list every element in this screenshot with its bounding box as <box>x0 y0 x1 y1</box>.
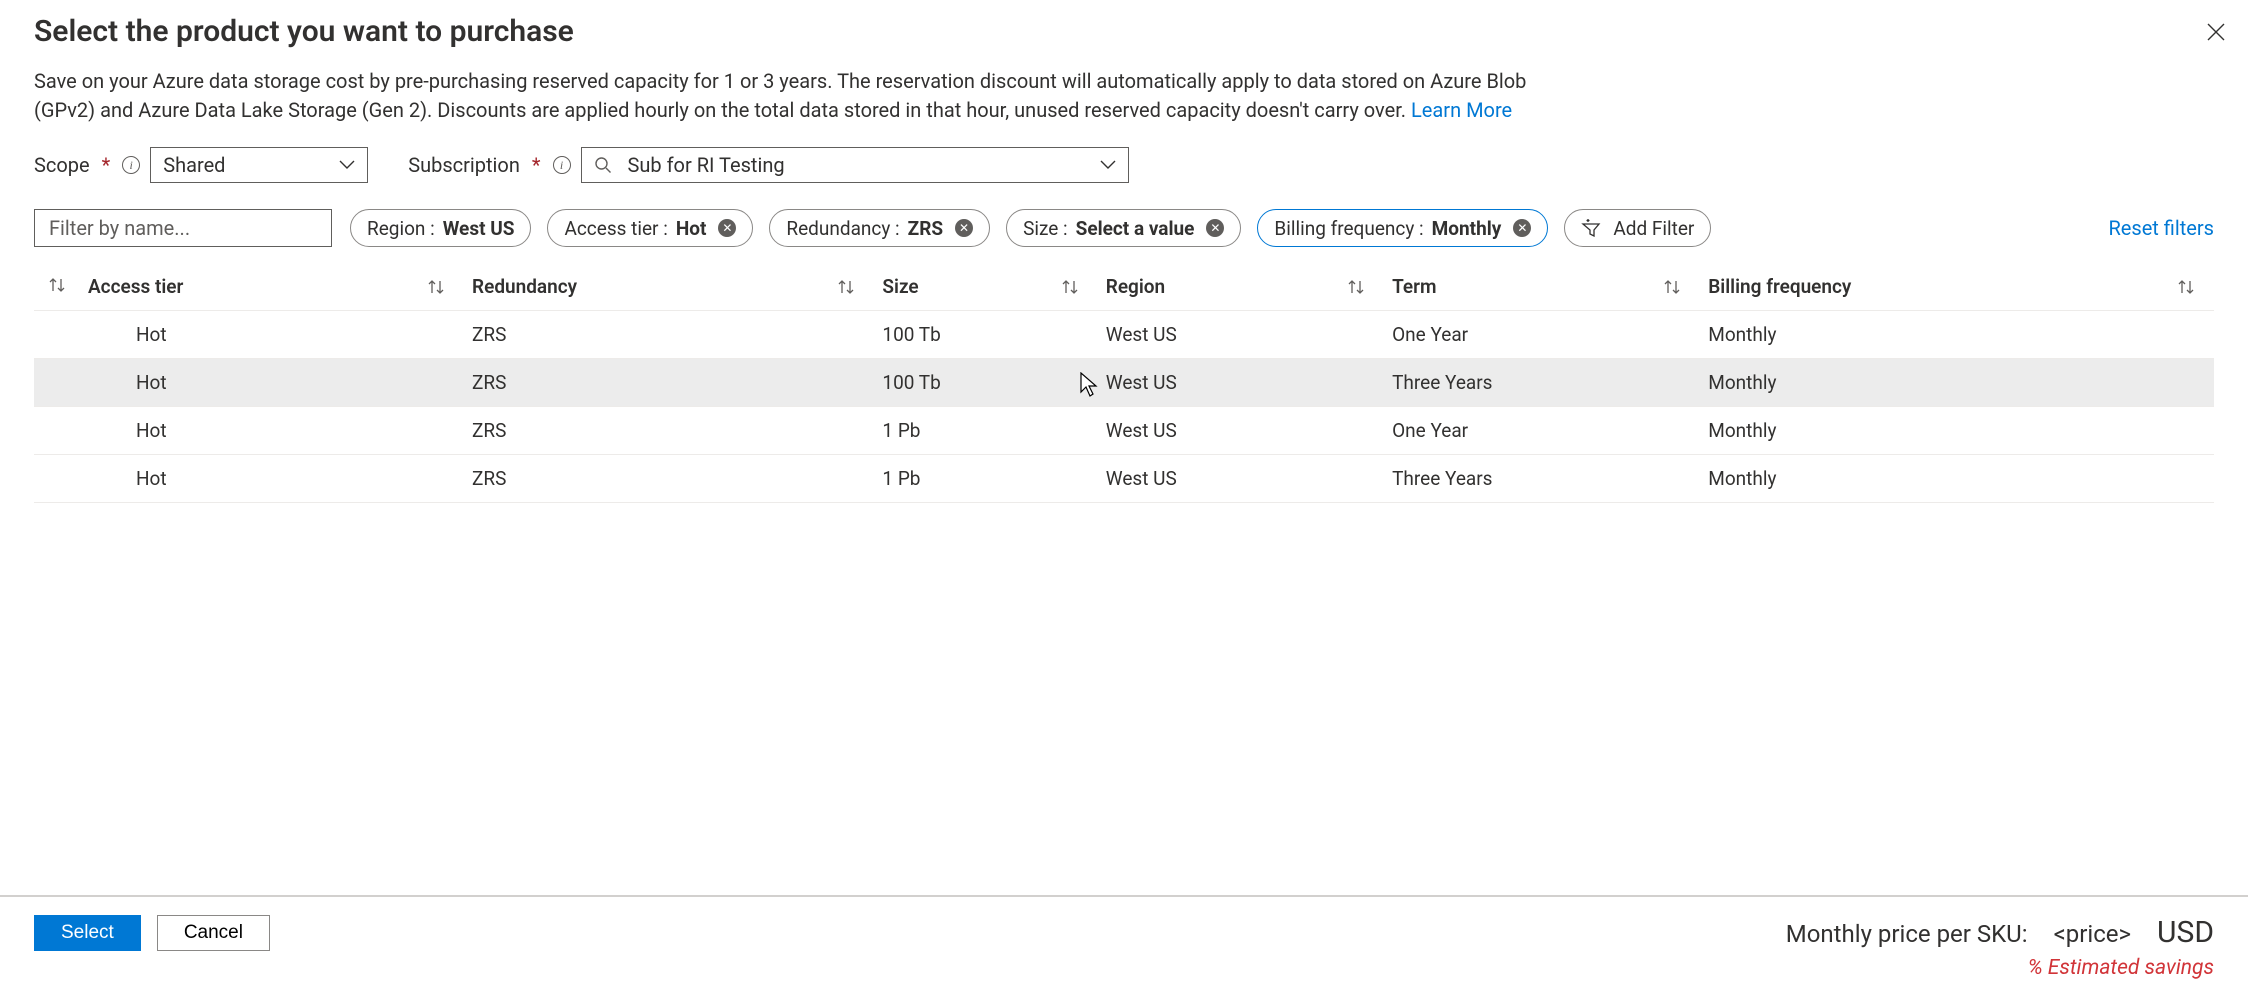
filter-label: Redundancy : <box>786 217 899 240</box>
filter-label: Access tier : <box>564 217 667 240</box>
chevron-down-icon <box>1100 160 1116 170</box>
scope-label: Scope <box>34 153 90 177</box>
scope-dropdown[interactable]: Shared <box>150 147 368 183</box>
cell-access-tier: Hot <box>80 359 464 407</box>
table-row[interactable]: HotZRS1 PbWest USOne YearMonthly <box>34 407 2214 455</box>
filter-label: Region : <box>367 217 435 240</box>
clear-filter-icon[interactable]: ✕ <box>718 219 736 237</box>
cell-access-tier: Hot <box>80 407 464 455</box>
filter-pill-access-tier[interactable]: Access tier : Hot ✕ <box>547 209 753 247</box>
cell-region: West US <box>1098 311 1384 359</box>
close-button[interactable] <box>2202 18 2230 46</box>
price-currency: USD <box>2157 915 2214 950</box>
scope-value: Shared <box>163 153 225 177</box>
sort-icon[interactable] <box>1060 279 1080 295</box>
info-icon[interactable]: i <box>553 156 571 174</box>
col-region[interactable]: Region <box>1098 265 1384 311</box>
cell-size: 100 Tb <box>874 359 1097 407</box>
cell-billing-frequency: Monthly <box>1700 407 2214 455</box>
cell-region: West US <box>1098 455 1384 503</box>
table-row[interactable]: HotZRS100 TbWest USOne YearMonthly <box>34 311 2214 359</box>
info-icon[interactable]: i <box>122 156 140 174</box>
clear-filter-icon[interactable]: ✕ <box>1206 219 1224 237</box>
filter-value: ZRS <box>908 217 943 240</box>
description-text: Save on your Azure data storage cost by … <box>34 69 1526 122</box>
cancel-button[interactable]: Cancel <box>157 915 270 951</box>
cell-access-tier: Hot <box>80 455 464 503</box>
table-row[interactable]: HotZRS100 TbWest USThree YearsMonthly <box>34 359 2214 407</box>
cell-region: West US <box>1098 359 1384 407</box>
col-access-tier[interactable]: Access tier <box>80 265 464 311</box>
required-marker: * <box>102 153 111 177</box>
learn-more-link[interactable]: Learn More <box>1411 98 1512 122</box>
col-billing-frequency[interactable]: Billing frequency <box>1700 265 2214 311</box>
subscription-label: Subscription <box>408 153 520 177</box>
sort-icon[interactable] <box>1662 279 1682 295</box>
col-label: Redundancy <box>472 275 577 298</box>
col-size[interactable]: Size <box>874 265 1097 311</box>
cell-redundancy: ZRS <box>464 359 874 407</box>
filter-placeholder: Filter by name... <box>49 216 190 240</box>
select-button[interactable]: Select <box>34 915 141 951</box>
filter-label: Size : <box>1023 217 1068 240</box>
cell-billing-frequency: Monthly <box>1700 455 2214 503</box>
sort-icon[interactable] <box>426 279 446 295</box>
col-term[interactable]: Term <box>1384 265 1700 311</box>
cell-redundancy: ZRS <box>464 311 874 359</box>
filter-label: Billing frequency : <box>1274 217 1423 240</box>
cell-term: Three Years <box>1384 359 1700 407</box>
filter-value: West US <box>443 217 515 240</box>
col-label: Term <box>1392 275 1436 298</box>
reset-filters-link[interactable]: Reset filters <box>2108 216 2214 240</box>
add-filter-icon <box>1581 219 1601 237</box>
col-label: Access tier <box>88 275 183 298</box>
subscription-dropdown[interactable]: Sub for RI Testing <box>581 147 1129 183</box>
add-filter-label: Add Filter <box>1613 217 1694 240</box>
cell-size: 100 Tb <box>874 311 1097 359</box>
products-table: Access tier Redundancy Size Region Term … <box>34 265 2214 503</box>
cell-redundancy: ZRS <box>464 407 874 455</box>
cell-term: One Year <box>1384 407 1700 455</box>
subscription-value: Sub for RI Testing <box>628 153 1088 177</box>
filter-value: Select a value <box>1076 217 1195 240</box>
close-icon <box>2207 23 2225 41</box>
search-icon <box>594 156 612 174</box>
page-title: Select the product you want to purchase <box>34 14 2214 49</box>
filter-pill-billing-frequency[interactable]: Billing frequency : Monthly ✕ <box>1257 209 1548 247</box>
cell-access-tier: Hot <box>80 311 464 359</box>
col-redundancy[interactable]: Redundancy <box>464 265 874 311</box>
filter-by-name-input[interactable]: Filter by name... <box>34 209 332 247</box>
sort-icon[interactable] <box>1346 279 1366 295</box>
sort-icon[interactable] <box>47 277 67 293</box>
cell-region: West US <box>1098 407 1384 455</box>
cell-redundancy: ZRS <box>464 455 874 503</box>
description: Save on your Azure data storage cost by … <box>34 67 1554 125</box>
table-row[interactable]: HotZRS1 PbWest USThree YearsMonthly <box>34 455 2214 503</box>
clear-filter-icon[interactable]: ✕ <box>955 219 973 237</box>
chevron-down-icon <box>339 160 355 170</box>
sort-icon[interactable] <box>836 279 856 295</box>
col-label: Size <box>882 275 918 298</box>
filter-pill-redundancy[interactable]: Redundancy : ZRS ✕ <box>769 209 990 247</box>
col-label: Region <box>1106 275 1165 298</box>
price-label: Monthly price per SKU: <box>1786 920 2028 948</box>
cell-term: One Year <box>1384 311 1700 359</box>
cell-size: 1 Pb <box>874 455 1097 503</box>
sort-icon[interactable] <box>2176 279 2196 295</box>
estimated-savings: % Estimated savings <box>1786 956 2214 980</box>
clear-filter-icon[interactable]: ✕ <box>1513 219 1531 237</box>
filter-value: Hot <box>676 217 707 240</box>
filter-pill-size[interactable]: Size : Select a value ✕ <box>1006 209 1241 247</box>
cell-billing-frequency: Monthly <box>1700 311 2214 359</box>
add-filter-button[interactable]: Add Filter <box>1564 209 1711 247</box>
col-label: Billing frequency <box>1708 275 1851 298</box>
cell-billing-frequency: Monthly <box>1700 359 2214 407</box>
cell-term: Three Years <box>1384 455 1700 503</box>
filter-pill-region[interactable]: Region : West US <box>350 209 531 247</box>
required-marker: * <box>532 153 541 177</box>
filter-value: Monthly <box>1432 217 1502 240</box>
cell-size: 1 Pb <box>874 407 1097 455</box>
price-value: <price> <box>2054 920 2131 948</box>
